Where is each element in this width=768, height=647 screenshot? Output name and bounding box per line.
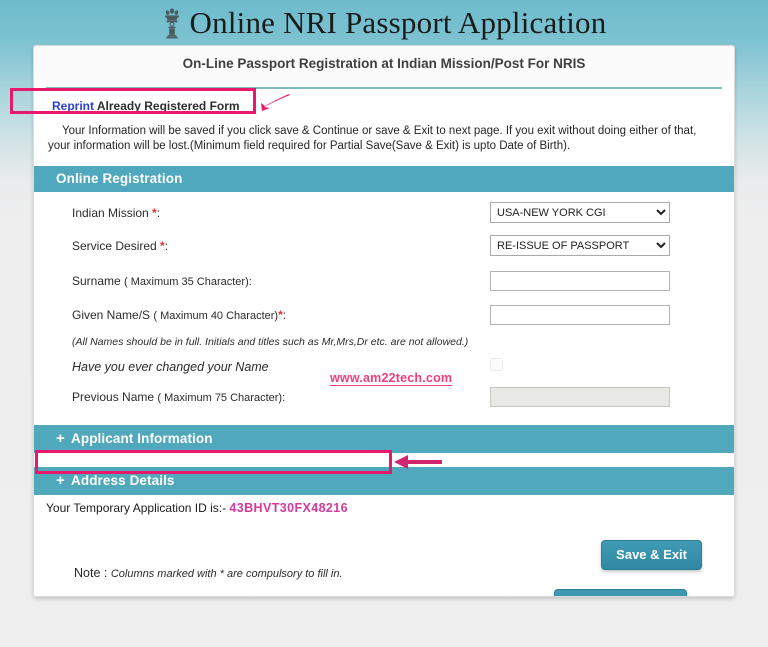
input-previous-name[interactable] xyxy=(490,386,670,407)
checkbox-changed-name[interactable] xyxy=(490,357,503,371)
names-note: (All Names should be in full. Initials a… xyxy=(72,336,469,348)
info-text-line2: your information will be lost.(Minimum f… xyxy=(48,140,571,152)
row-surname: Surname ( Maximum 35 Character): xyxy=(34,266,734,295)
page-title: Online NRI Passport Application xyxy=(0,0,768,46)
applicant-information-body xyxy=(34,453,734,467)
colon: : xyxy=(156,205,161,220)
plus-icon: + xyxy=(56,472,65,489)
row-given-names: Given Name/S ( Maximum 40 Character)*: xyxy=(34,300,734,329)
colon: : xyxy=(164,238,169,253)
site-title-text: Online NRI Passport Application xyxy=(189,5,607,40)
select-service-desired[interactable]: RE-ISSUE OF PASSPORT xyxy=(490,235,670,256)
save-exit-button[interactable]: Save & Exit xyxy=(601,540,702,570)
label-service-desired: Service Desired *: xyxy=(42,239,490,253)
footer-note-pre: Columns marked with xyxy=(110,568,220,580)
section-header-online-registration[interactable]: Online Registration xyxy=(34,166,734,192)
label-given-names-text: Given Name/S xyxy=(72,307,154,322)
row-indian-mission: Indian Mission *: USA-NEW YORK CGI xyxy=(34,198,734,227)
card-footer: Note : Columns marked with * are compuls… xyxy=(34,521,734,596)
select-indian-mission[interactable]: USA-NEW YORK CGI xyxy=(490,202,670,223)
label-surname-hint: ( Maximum 35 Character): xyxy=(124,275,252,288)
row-previous-name: Previous Name ( Maximum 75 Character): xyxy=(34,386,734,415)
save-continue-button[interactable]: Save & Continue xyxy=(553,589,687,596)
label-indian-mission: Indian Mission *: xyxy=(42,206,490,220)
applicant-information-expander: + Applicant Information xyxy=(34,430,213,447)
footer-note-label: Note : xyxy=(74,566,111,580)
section-header-applicant-information[interactable]: + Applicant Information xyxy=(34,425,734,453)
footer-note: Note : Columns marked with * are compuls… xyxy=(74,566,343,580)
info-text: Your Information will be saved if you cl… xyxy=(48,124,720,154)
label-service-desired-text: Service Desired xyxy=(72,238,161,253)
reprint-link[interactable]: Reprint xyxy=(52,99,94,113)
colon: : xyxy=(282,307,287,322)
section-title-online-registration: Online Registration xyxy=(56,171,183,186)
temporary-application-id-row: Your Temporary Application ID is:- 43BHV… xyxy=(34,495,734,521)
section-header-address-details[interactable]: + Address Details xyxy=(34,467,734,495)
label-indian-mission-text: Indian Mission xyxy=(72,205,153,220)
temporary-application-id-value: 43BHVT30FX48216 xyxy=(229,501,348,515)
info-text-line1: Your Information will be saved if you cl… xyxy=(62,125,697,137)
label-surname-text: Surname xyxy=(72,273,125,288)
plus-icon: + xyxy=(56,430,65,447)
section-title-address-details: Address Details xyxy=(71,473,175,488)
registration-card: On-Line Passport Registration at Indian … xyxy=(33,45,735,597)
label-previous-name: Previous Name ( Maximum 75 Character): xyxy=(42,390,490,404)
row-service-desired: Service Desired *: RE-ISSUE OF PASSPORT xyxy=(34,231,734,260)
reprint-line: Reprint Already Registered Form xyxy=(52,99,240,113)
watermark: www.am22tech.com xyxy=(330,371,453,386)
label-previous-name-text: Previous Name xyxy=(72,389,158,404)
section-title-applicant-information: Applicant Information xyxy=(71,431,213,446)
reprint-label: Already Registered Form xyxy=(94,99,240,113)
card-title: On-Line Passport Registration at Indian … xyxy=(34,46,734,80)
footer-note-post: are compulsory to fill in. xyxy=(223,568,343,580)
input-given-names[interactable] xyxy=(490,304,670,325)
input-surname[interactable] xyxy=(490,270,670,291)
watermark-text: www.am22tech.com xyxy=(330,371,453,386)
india-national-emblem-icon xyxy=(164,8,179,39)
label-given-names: Given Name/S ( Maximum 40 Character)*: xyxy=(42,308,490,322)
label-given-names-hint: ( Maximum 40 Character) xyxy=(153,309,279,322)
label-surname: Surname ( Maximum 35 Character): xyxy=(42,274,490,288)
temporary-application-id-label: Your Temporary Application ID is:- xyxy=(46,501,230,515)
label-previous-name-hint: ( Maximum 75 Character): xyxy=(157,391,286,404)
address-details-expander: + Address Details xyxy=(34,472,175,489)
